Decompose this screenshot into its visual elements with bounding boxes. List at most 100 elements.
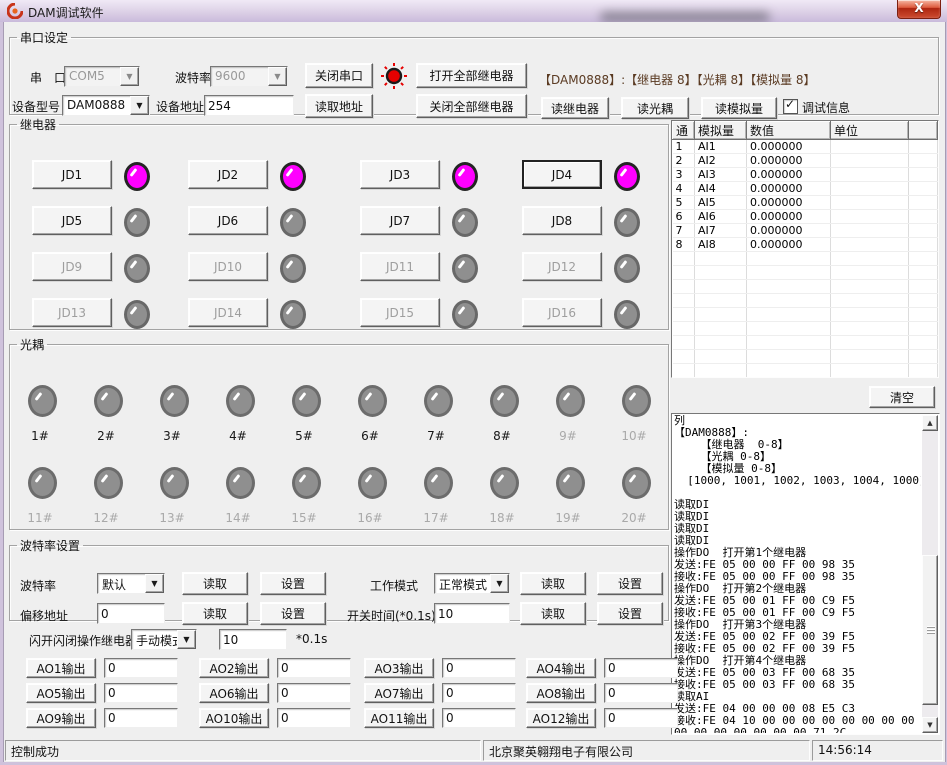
work-mode-combobox[interactable]: 正常模式 ▼ — [434, 573, 510, 594]
ao-button-5[interactable]: AO5输出 — [26, 683, 96, 703]
close-port-button[interactable]: 关闭串口 — [305, 63, 373, 88]
ao-button-9[interactable]: AO9输出 — [26, 708, 96, 728]
close-all-relays-button[interactable]: 关闭全部继电器 — [416, 94, 527, 118]
analog-cell: 0.000000 — [747, 140, 831, 154]
device-addr-input[interactable] — [204, 95, 294, 116]
relay-led-jd8 — [614, 208, 640, 237]
ao-button-8[interactable]: AO8输出 — [526, 683, 596, 703]
baud-setting-combobox[interactable]: 默认 ▼ — [97, 573, 165, 594]
offset-addr-input[interactable] — [97, 603, 165, 624]
ao-input-8[interactable] — [604, 683, 678, 703]
analog-row[interactable]: 3AI30.000000 — [673, 168, 938, 182]
chevron-down-icon[interactable]: ▼ — [177, 630, 196, 649]
analog-cell — [831, 168, 909, 182]
ao-input-3[interactable] — [442, 658, 516, 678]
scroll-up-icon[interactable]: ▲ — [922, 415, 938, 431]
chevron-down-icon[interactable]: ▼ — [120, 67, 139, 86]
debug-info-checkbox[interactable] — [783, 99, 798, 114]
ao-button-4[interactable]: AO4输出 — [526, 658, 596, 678]
opto-led-14 — [226, 467, 255, 499]
baud-combobox[interactable]: 9600 ▼ — [210, 66, 288, 87]
switch-time-input[interactable] — [434, 603, 510, 624]
ao-input-2[interactable] — [277, 658, 351, 678]
port-combobox[interactable]: COM5 ▼ — [64, 66, 140, 87]
work-mode-read-button[interactable]: 读取 — [520, 572, 586, 595]
baud-read-button[interactable]: 读取 — [182, 572, 248, 595]
ao-button-2[interactable]: AO2输出 — [199, 658, 269, 678]
status-message: 控制成功 — [5, 740, 481, 761]
ao-button-12[interactable]: AO12输出 — [526, 708, 596, 728]
offset-set-button[interactable]: 设置 — [260, 602, 326, 625]
relay-button-jd11[interactable]: JD11 — [360, 252, 440, 281]
ao-input-7[interactable] — [442, 683, 516, 703]
analog-row[interactable]: 2AI20.000000 — [673, 154, 938, 168]
ao-input-9[interactable] — [104, 708, 178, 728]
switch-time-set-button[interactable]: 设置 — [597, 602, 663, 625]
analog-cell — [831, 308, 909, 322]
ao-button-1[interactable]: AO1输出 — [26, 658, 96, 678]
chevron-down-icon[interactable]: ▼ — [145, 574, 164, 593]
analog-cell: AI8 — [695, 238, 747, 252]
ao-input-10[interactable] — [277, 708, 351, 728]
ao-button-7[interactable]: AO7输出 — [364, 683, 434, 703]
read-analog-button[interactable]: 读模拟量 — [701, 97, 777, 119]
analog-row[interactable]: 6AI60.000000 — [673, 210, 938, 224]
debug-log-text: 列 【DAM0888】: 【继电器 0-8】 【光耦 0-8】 【模拟量 0-8… — [674, 415, 921, 733]
ao-input-5[interactable] — [104, 683, 178, 703]
ao-input-12[interactable] — [604, 708, 678, 728]
flash-mode-combobox[interactable]: 手动模式 ▼ — [131, 629, 197, 650]
relay-button-jd8[interactable]: JD8 — [522, 206, 602, 235]
ao-input-6[interactable] — [277, 683, 351, 703]
chevron-down-icon[interactable]: ▼ — [268, 67, 287, 86]
ao-button-3[interactable]: AO3输出 — [364, 658, 434, 678]
clear-log-button[interactable]: 清空 — [869, 386, 935, 408]
scrollbar-thumb[interactable] — [922, 555, 938, 705]
analog-cell — [695, 322, 747, 336]
relay-button-jd3[interactable]: JD3 — [360, 160, 440, 189]
open-all-relays-button[interactable]: 打开全部继电器 — [416, 63, 527, 88]
analog-row[interactable]: 4AI40.000000 — [673, 182, 938, 196]
baud-set-button[interactable]: 设置 — [260, 572, 326, 595]
relay-button-jd13[interactable]: JD13 — [32, 298, 112, 327]
relay-button-jd6[interactable]: JD6 — [188, 206, 268, 235]
ao-button-11[interactable]: AO11输出 — [364, 708, 434, 728]
relay-button-jd4[interactable]: JD4 — [522, 160, 602, 189]
ao-input-4[interactable] — [604, 658, 678, 678]
switch-time-read-button[interactable]: 读取 — [520, 602, 586, 625]
offset-read-button[interactable]: 读取 — [182, 602, 248, 625]
analog-row[interactable]: 1AI10.000000 — [673, 140, 938, 154]
chevron-down-icon[interactable]: ▼ — [130, 96, 149, 115]
ao-button-6[interactable]: AO6输出 — [199, 683, 269, 703]
work-mode-set-button[interactable]: 设置 — [597, 572, 663, 595]
analog-cell — [673, 266, 695, 280]
analog-cell — [673, 322, 695, 336]
analog-row[interactable]: 7AI70.000000 — [673, 224, 938, 238]
opto-label-1: 1# — [10, 429, 70, 443]
close-button[interactable]: X — [897, 0, 941, 19]
relay-button-jd1[interactable]: JD1 — [32, 160, 112, 189]
analog-cell: AI4 — [695, 182, 747, 196]
relay-button-jd15[interactable]: JD15 — [360, 298, 440, 327]
model-combobox[interactable]: DAM0888 ▼ — [62, 95, 150, 116]
opto-cell: 9# — [538, 385, 604, 463]
ao-button-10[interactable]: AO10输出 — [199, 708, 269, 728]
analog-row[interactable]: 8AI80.000000 — [673, 238, 938, 252]
analog-col-header: 模拟量 — [695, 122, 747, 140]
relay-button-jd12[interactable]: JD12 — [522, 252, 602, 281]
relay-button-jd7[interactable]: JD7 — [360, 206, 440, 235]
relay-button-jd16[interactable]: JD16 — [522, 298, 602, 327]
flash-time-input[interactable] — [219, 629, 287, 650]
relay-button-jd14[interactable]: JD14 — [188, 298, 268, 327]
read-addr-button[interactable]: 读取地址 — [305, 94, 373, 118]
ao-input-11[interactable] — [442, 708, 516, 728]
relay-button-jd9[interactable]: JD9 — [32, 252, 112, 281]
relay-button-jd10[interactable]: JD10 — [188, 252, 268, 281]
log-scrollbar[interactable]: ▲ ▼ — [922, 415, 938, 733]
scroll-down-icon[interactable]: ▼ — [922, 717, 938, 733]
relay-button-jd2[interactable]: JD2 — [188, 160, 268, 189]
ao-input-1[interactable] — [104, 658, 178, 678]
analog-cell — [831, 280, 909, 294]
chevron-down-icon[interactable]: ▼ — [490, 574, 509, 593]
relay-button-jd5[interactable]: JD5 — [32, 206, 112, 235]
analog-row[interactable]: 5AI50.000000 — [673, 196, 938, 210]
